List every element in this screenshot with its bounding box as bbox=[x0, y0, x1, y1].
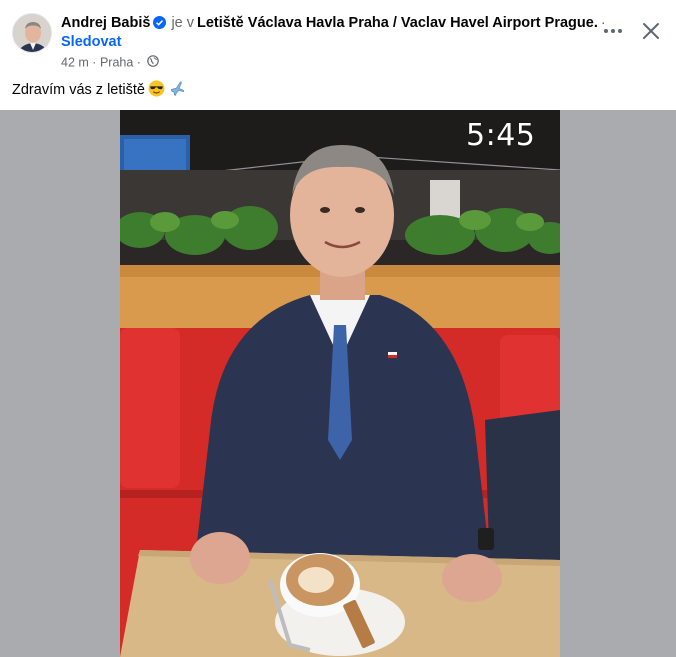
more-options-button[interactable] bbox=[598, 18, 628, 44]
author-name[interactable]: Andrej Babiš bbox=[61, 15, 150, 31]
post-header: Andrej Babiš je v Letiště Václava Havla Pr… bbox=[0, 0, 676, 110]
photo-illustration bbox=[120, 110, 560, 657]
meta-separator-2: · bbox=[136, 55, 141, 70]
more-options-icon bbox=[604, 29, 622, 33]
post-place[interactable]: Praha bbox=[100, 56, 133, 70]
author-line: Andrej Babiš je v Letiště Václava Havla Pr… bbox=[61, 14, 606, 34]
close-icon bbox=[643, 23, 659, 39]
smiling-face-with-sunglasses-icon bbox=[148, 80, 165, 97]
video-timer: 5:45 bbox=[466, 118, 536, 153]
airplane-icon bbox=[170, 81, 185, 96]
location-link[interactable]: Letiště Václava Havla Praha / Vaclav Hav… bbox=[197, 15, 598, 31]
post-meta: 42 m · Praha · bbox=[61, 55, 160, 70]
post-time[interactable]: 42 m bbox=[61, 56, 89, 70]
avatar-image bbox=[13, 14, 51, 52]
checkin-prefix: je v bbox=[171, 15, 195, 31]
meta-separator-1: · bbox=[92, 55, 97, 70]
follow-button[interactable]: Sledovat bbox=[61, 34, 121, 50]
emoji-group bbox=[148, 80, 186, 103]
close-button[interactable] bbox=[636, 16, 666, 46]
post-photo[interactable] bbox=[120, 110, 560, 657]
globe-icon bbox=[147, 55, 160, 70]
verified-badge-icon bbox=[153, 16, 167, 34]
author-avatar[interactable] bbox=[12, 13, 52, 53]
post-text: Zdravím vás z letiště bbox=[12, 80, 186, 103]
post-message: Zdravím vás z letiště bbox=[12, 82, 145, 98]
